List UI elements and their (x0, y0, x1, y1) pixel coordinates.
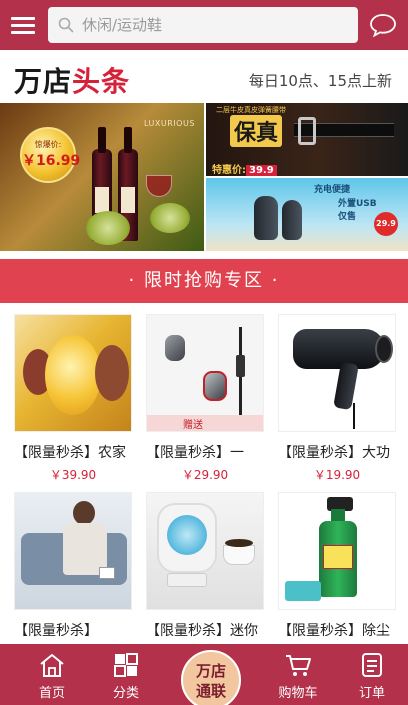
product-image-earphones: 赠送 (146, 314, 264, 432)
backpack-image (282, 200, 302, 240)
tab-category[interactable]: 分类 (91, 644, 161, 705)
promo-banners: 惊爆价: ￥16.99 LUXURIOUS 二层牛皮真皮弹簧腰带 保真 特惠价:… (0, 103, 408, 251)
belt-subtitle: 二层牛皮真皮弹簧腰带 (216, 106, 286, 114)
center-logo-button[interactable]: 万店 通联 (181, 650, 241, 705)
grapes-image (150, 203, 190, 233)
tab-cart[interactable]: 购物车 (263, 644, 333, 705)
belt-price: 特惠价: 39.9 (212, 161, 277, 176)
product-card[interactable]: 【限量秒杀】迷你 (146, 492, 270, 644)
badge-label: 惊爆价: (34, 140, 62, 149)
center-logo-line1: 万店 (195, 662, 226, 680)
price-badge: 惊爆价: ￥16.99 (20, 127, 81, 183)
search-input[interactable] (82, 16, 342, 34)
product-title: 【限量秒杀】除尘 (278, 623, 390, 639)
logo-part2: 头条 (72, 65, 131, 98)
cart-icon (286, 655, 311, 676)
bag-price-badge: 29.9 (374, 212, 398, 236)
badge-price: ￥16.99 (22, 153, 81, 169)
product-price: ￥19.90 (313, 468, 361, 482)
tab-category-label: 分类 (112, 686, 139, 701)
product-card[interactable]: 【限量秒杀】大功 ￥19.90 (278, 314, 402, 483)
orders-icon (362, 653, 382, 677)
product-card[interactable]: 赠送 【限量秒杀】一 ￥29.90 (146, 314, 270, 483)
bag-feature-3: 仅售 (338, 212, 357, 222)
belt-price-label: 特惠价: (212, 165, 246, 176)
product-image-melon (14, 314, 132, 432)
bag-banner[interactable]: 充电便捷 外置USB 仅售 29.9 (206, 178, 408, 251)
product-title: 【限量秒杀】农家 (14, 445, 126, 461)
bag-features: 充电便捷 外置USB 仅售 (314, 184, 377, 225)
wine-glass-image (146, 175, 172, 197)
home-icon (40, 654, 64, 677)
product-card[interactable]: 【限量秒杀】除尘 (278, 492, 402, 644)
menu-icon[interactable] (11, 14, 37, 36)
logo-part1: 万店 (14, 65, 73, 98)
product-price: ￥29.90 (181, 468, 229, 482)
product-image-mini-fan (146, 492, 264, 610)
product-title: 【限量秒杀】迷你 (146, 623, 258, 639)
grapes-image (86, 211, 130, 245)
search-icon (58, 17, 74, 33)
belt-banner[interactable]: 二层牛皮真皮弹簧腰带 保真 特惠价: 39.9 (206, 103, 408, 176)
flash-sale-section-title: · 限时抢购专区 · (0, 259, 408, 303)
headline-logo[interactable]: 万店头条 (14, 60, 130, 100)
update-schedule-note: 每日10点、15点上新 (248, 72, 392, 90)
backpack-image (254, 196, 278, 240)
belt-title: 保真 (230, 115, 283, 147)
tab-home-label: 首页 (38, 686, 65, 701)
category-icon (114, 653, 138, 677)
tab-orders[interactable]: 订单 (337, 644, 407, 705)
tab-orders-label: 订单 (358, 686, 385, 701)
wine-banner[interactable]: 惊爆价: ￥16.99 LUXURIOUS (0, 103, 204, 251)
product-price: ￥39.90 (49, 468, 97, 482)
belt-price-value: 39.9 (246, 165, 277, 176)
product-image-clothing (14, 492, 132, 610)
search-box[interactable] (48, 7, 358, 43)
product-image-spray-bottle (278, 492, 396, 610)
center-logo-line2: 通联 (195, 682, 226, 700)
product-card[interactable]: 【限量秒杀】 (14, 492, 138, 644)
product-image-hairdryer (278, 314, 396, 432)
tab-home[interactable]: 首页 (17, 644, 87, 705)
tab-cart-label: 购物车 (278, 686, 318, 701)
bottom-tab-bar: 首页 分类 万店 通联 购物车 订单 (0, 644, 408, 705)
headline-row: 万店头条 每日10点、15点上新 (0, 50, 408, 103)
product-card[interactable]: 【限量秒杀】农家 ￥39.90 (14, 314, 138, 483)
product-title: 【限量秒杀】大功 (278, 445, 390, 461)
chat-icon[interactable] (369, 12, 397, 38)
bag-feature-2: 外置USB (338, 198, 377, 209)
top-bar (0, 0, 408, 50)
product-title: 【限量秒杀】一 (146, 445, 244, 461)
wine-brand: LUXURIOUS (144, 119, 195, 128)
belt-buckle-image (298, 117, 316, 145)
product-title: 【限量秒杀】 (14, 623, 98, 639)
bag-feature-1: 充电便捷 (314, 185, 351, 195)
